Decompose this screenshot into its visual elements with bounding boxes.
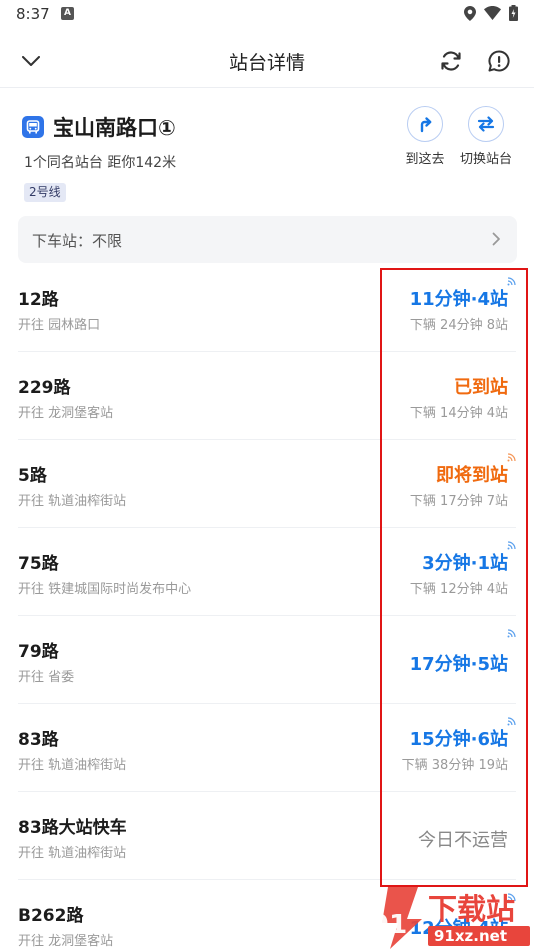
route-destination: 开往 轨道油榨街站	[18, 494, 127, 509]
route-destination: 开往 轨道油榨街站	[18, 846, 127, 861]
route-next-bus: 下辆 12分钟 4站	[409, 582, 508, 597]
route-eta: 3分钟·1站	[422, 553, 508, 574]
route-row[interactable]: 83路开往 轨道油榨街站 15分钟·6站下辆 38分钟 19站	[0, 704, 534, 792]
wifi-icon	[484, 6, 501, 20]
route-name: 83路大站快车	[18, 818, 127, 838]
realtime-signal-icon	[507, 277, 516, 286]
route-name: 5路	[18, 466, 47, 486]
swap-arrows-icon	[477, 116, 495, 132]
refresh-button[interactable]	[434, 44, 468, 78]
route-row[interactable]: 75路开往 铁建城国际时尚发布中心 3分钟·1站下辆 12分钟 4站	[0, 528, 534, 616]
alighting-stop-label: 下车站：不限	[32, 232, 123, 250]
route-next-bus: 下辆 24分钟 8站	[409, 318, 508, 333]
route-next-bus: 下辆 14分钟 4站	[409, 406, 508, 421]
route-next-bus: 下辆 38分钟 19站	[401, 758, 508, 773]
route-name: 79路	[18, 642, 59, 662]
route-name: 83路	[18, 730, 59, 750]
route-eta: 11分钟·4站	[409, 289, 508, 310]
route-name: 12路	[18, 290, 59, 310]
route-name: B262路	[18, 906, 84, 926]
go-here-button[interactable]: 到这去	[395, 106, 455, 167]
metro-line-badge[interactable]: 2号线	[24, 183, 66, 202]
route-eta: 已到站	[454, 377, 508, 398]
route-row[interactable]: 229路开往 龙洞堡客站 已到站下辆 14分钟 4站	[0, 352, 534, 440]
route-eta: 17分钟·5站	[409, 654, 508, 675]
route-destination: 开往 龙洞堡客站	[18, 934, 114, 949]
route-row[interactable]: 79路开往 省委 17分钟·5站	[0, 616, 534, 704]
route-destination: 开往 龙洞堡客站	[18, 406, 114, 421]
realtime-signal-icon	[507, 717, 516, 726]
battery-icon	[509, 5, 518, 21]
route-row[interactable]: 5路开往 轨道油榨街站 即将到站下辆 17分钟 7站	[0, 440, 534, 528]
go-here-label: 到这去	[405, 152, 445, 167]
notification-icon: A	[61, 7, 74, 20]
switch-stop-button[interactable]: 切换站台	[456, 106, 516, 167]
turn-right-arrow-icon	[420, 117, 432, 133]
route-destination: 开往 铁建城国际时尚发布中心	[18, 582, 192, 597]
realtime-signal-icon	[507, 629, 516, 638]
route-destination: 开往 园林路口	[18, 318, 101, 333]
route-name: 229路	[18, 378, 71, 398]
status-bar: 8:37 A	[0, 0, 534, 28]
route-eta: 即将到站	[436, 465, 508, 486]
chevron-right-icon	[492, 232, 500, 246]
top-bar: 站台详情	[0, 36, 534, 86]
alert-bubble-icon	[488, 50, 510, 72]
realtime-signal-icon	[507, 541, 516, 550]
realtime-signal-icon	[507, 453, 516, 462]
site-watermark: 91 下载站 91xz.net	[360, 883, 534, 950]
stop-subtitle[interactable]: 1个同名站台 距你142米	[24, 152, 176, 172]
location-icon	[464, 5, 476, 21]
header-divider	[0, 87, 534, 88]
route-destination: 开往 省委	[18, 670, 75, 685]
route-eta: 15分钟·6站	[409, 729, 508, 750]
switch-stop-label: 切换站台	[459, 152, 512, 167]
watermark-title: 下载站	[428, 892, 515, 926]
route-destination: 开往 轨道油榨街站	[18, 758, 127, 773]
route-eta: 今日不运营	[418, 830, 508, 851]
watermark-url: 91xz.net	[434, 927, 507, 945]
bus-stop-icon	[22, 116, 44, 138]
route-next-bus: 下辆 17分钟 7站	[409, 494, 508, 509]
alighting-stop-selector[interactable]: 下车站：不限	[18, 216, 517, 263]
report-button[interactable]	[482, 44, 516, 78]
route-row[interactable]: 83路大站快车开往 轨道油榨街站 今日不运营	[0, 792, 534, 880]
route-row[interactable]: 12路开往 园林路口 11分钟·4站下辆 24分钟 8站	[0, 264, 534, 352]
stop-name: 宝山南路口①	[53, 116, 176, 140]
refresh-icon	[441, 51, 461, 71]
route-name: 75路	[18, 554, 59, 574]
status-time: 8:37	[16, 5, 50, 23]
watermark-logo: 91	[371, 910, 407, 940]
